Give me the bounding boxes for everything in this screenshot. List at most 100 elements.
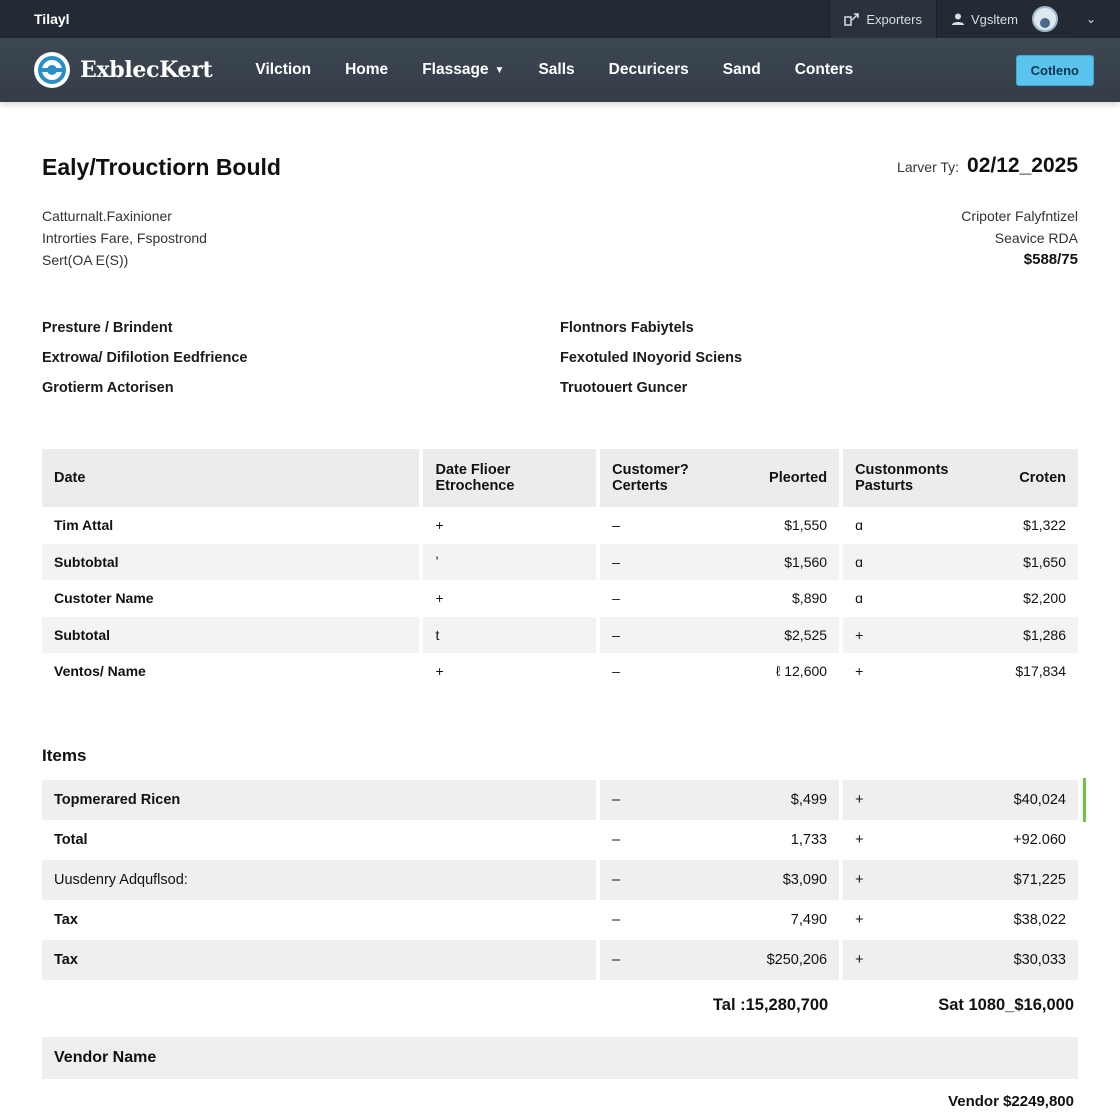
row-label: Total [54, 831, 88, 848]
table-row[interactable]: Tax – 7,490 + $38,022 [42, 900, 1078, 940]
row-value: $40,024 [1013, 791, 1066, 808]
info-fields-right: Flontnors Fabiytels Fexotuled INoyorid S… [560, 313, 1078, 403]
user-icon [951, 12, 965, 26]
table-row[interactable]: Tim Attal + – $1,550 ɑ $1,322 [42, 507, 1078, 544]
document-header: Ealy/Trouctiorn Bould Larver Ty: 02/12_2… [42, 154, 1078, 181]
row-symbol: – [612, 831, 621, 848]
row-value: ℓ 12,600 [775, 663, 828, 680]
row-symbol: ɑ [855, 590, 863, 607]
header-line: Date Flioer [435, 462, 511, 478]
header-line: Custonmonts [855, 462, 949, 478]
nav-menu: Vilction Home Flassage ▼ Salls Decuricer… [238, 61, 1015, 79]
address-line: Sert(OA E(S)) [42, 252, 129, 268]
column-header-custonmonts[interactable]: Custonmonts Pasturts Croten [843, 449, 1078, 507]
nav-item-home[interactable]: Home [328, 61, 405, 79]
table-row[interactable]: Custoter Name + – $,890 ɑ $2,200 [42, 580, 1078, 617]
row-marker: + [435, 663, 444, 680]
column-header-date-filter[interactable]: Date Flioer Etrochence [423, 449, 597, 507]
avatar[interactable] [1031, 6, 1058, 32]
row-value: $1,322 [1023, 517, 1066, 534]
vendor-name-bar[interactable]: Vendor Name [42, 1036, 1078, 1079]
nav-item-flassage-label: Flassage [422, 61, 489, 78]
cta-button[interactable]: Cotleno [1015, 54, 1094, 86]
chevron-down-icon[interactable]: ⌄ [1072, 12, 1120, 26]
row-label: Subtotal [42, 616, 420, 653]
row-symbol: + [855, 831, 864, 848]
row-cell: + $38,022 [843, 900, 1078, 940]
row-value: 7,490 [790, 911, 828, 928]
user-menu-button[interactable]: Vgsltem [935, 0, 1072, 38]
row-value: $,890 [792, 590, 828, 607]
row-marker: t [423, 616, 597, 653]
info-field: Extrowa/ Difilotion Eedfrience [42, 350, 248, 366]
nav-item-conters[interactable]: Conters [778, 61, 871, 79]
row-cell: + $40,024 [843, 777, 1086, 822]
row-symbol: – [612, 553, 620, 570]
date-label: Larver Ty: [897, 159, 960, 175]
export-icon [844, 12, 860, 26]
nav-item-vilction[interactable]: Vilction [238, 61, 328, 79]
logo-text: ExblecKert [80, 57, 213, 83]
row-label: Topmerared Ricen [42, 779, 597, 820]
row-symbol: + [855, 626, 864, 643]
row-label: Tax [54, 911, 78, 928]
header-line: Customer? [612, 462, 689, 478]
vendor-total: Vendor $2249,800 [948, 1092, 1074, 1110]
nav-item-flassage[interactable]: Flassage ▼ [405, 61, 521, 79]
row-cell: – $,499 [600, 779, 840, 820]
table-row[interactable]: Topmerared Ricen – $,499 + $40,024 [42, 777, 1086, 822]
row-cell: – $250,206 [600, 939, 840, 980]
row-label: Subtobtal [42, 543, 420, 580]
row-symbol: – [612, 911, 621, 928]
table-row[interactable]: Subtobtal ʼ – $1,560 ɑ $1,650 [42, 543, 1078, 580]
row-marker: + [435, 590, 444, 607]
total-left: Tal :15,280,700 [712, 995, 829, 1014]
row-value: $38,022 [1013, 911, 1066, 928]
row-value: $17,834 [1015, 663, 1066, 680]
to-address: Cripoter Falyfntizel Seavice RDA $588/75 [961, 205, 1078, 271]
nav-item-decuricers[interactable]: Decuricers [592, 61, 706, 79]
row-label: Tim Attal [54, 517, 114, 534]
row-symbol: – [612, 663, 620, 680]
info-field: Truotouert Guncer [560, 380, 688, 396]
row-symbol: – [612, 626, 620, 643]
address-block: Catturnalt.Faxinioner Introrties Fare, F… [42, 205, 1078, 271]
nav-item-salls[interactable]: Salls [521, 61, 591, 79]
row-symbol: – [612, 590, 620, 607]
table-row[interactable]: Uusdenry Adquflsod: – $3,090 + $71,225 [42, 859, 1078, 900]
row-label: Ventos/ Name [54, 663, 146, 680]
row-cell: – $,890 [600, 580, 839, 617]
row-value: $250,206 [766, 951, 828, 968]
row-value: $71,225 [1013, 871, 1066, 888]
row-cell: – $3,090 [600, 859, 840, 900]
row-label: Custoter Name [54, 590, 154, 607]
row-value: $,499 [790, 791, 828, 808]
logo[interactable]: ExblecKert [34, 52, 213, 88]
main-navbar: ExblecKert Vilction Home Flassage ▼ Sall… [0, 38, 1120, 102]
table-row[interactable]: Tax – $250,206 + $30,033 [42, 939, 1078, 980]
info-fields-left: Presture / Brindent Extrowa/ Difilotion … [42, 313, 560, 403]
row-cell: ɑ $1,650 [843, 543, 1078, 580]
header-posted: Pleorted [769, 470, 828, 486]
row-marker: + [435, 517, 444, 534]
column-header-date[interactable]: Date [42, 449, 420, 507]
page-title: Ealy/Trouctiorn Bould [42, 154, 281, 180]
logo-icon [34, 52, 70, 88]
table-row[interactable]: Ventos/ Name + – ℓ 12,600 + $17,834 [42, 653, 1078, 690]
items-section-title: Items [42, 745, 87, 765]
table-row[interactable]: Total – 1,733 + +92.060 [42, 820, 1078, 860]
column-header-customer[interactable]: Customer? Certerts Pleorted [600, 449, 840, 507]
row-cell: + $17,834 [843, 653, 1078, 690]
address-line: Introrties Fare, Fspostrond [42, 230, 207, 246]
row-value: $3,090 [782, 871, 828, 888]
exporters-button[interactable]: Exporters [829, 0, 936, 38]
table-row[interactable]: Subtotal t – $2,525 + $1,286 [42, 616, 1078, 653]
row-value: $2,525 [784, 626, 828, 643]
summary-table: Date Date Flioer Etrochence Customer? Ce… [38, 449, 1082, 690]
row-cell: + +92.060 [843, 820, 1078, 860]
row-symbol: ɑ [855, 553, 863, 570]
row-symbol: – [612, 791, 621, 808]
items-table: Topmerared Ricen – $,499 + $40,024 Total –… [38, 777, 1086, 980]
nav-item-sand[interactable]: Sand [706, 61, 778, 79]
row-symbol: + [855, 663, 864, 680]
